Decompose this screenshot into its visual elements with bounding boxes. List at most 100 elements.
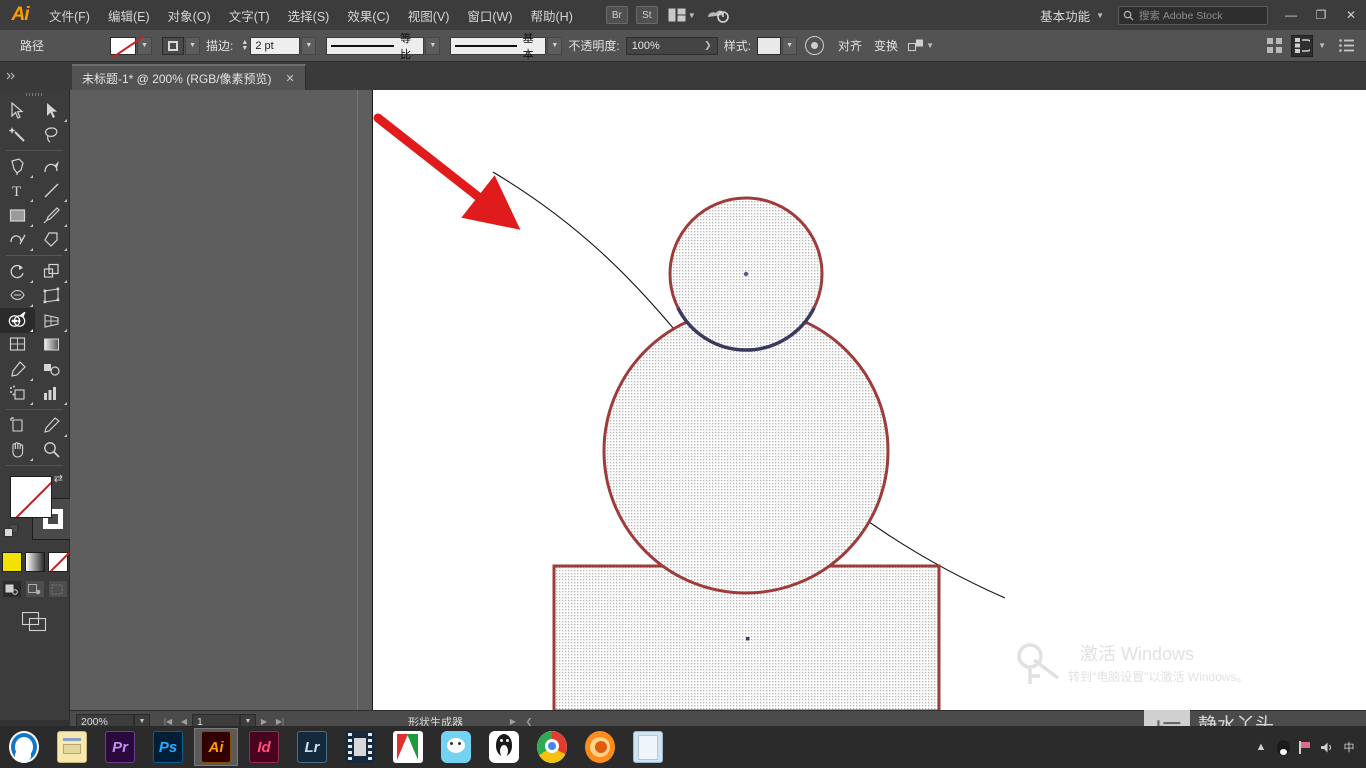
curvature-tool[interactable]: [35, 154, 70, 179]
line-segment-tool[interactable]: [35, 179, 70, 204]
menu-object[interactable]: 对象(O): [159, 2, 220, 29]
eyedropper-tool[interactable]: [0, 357, 35, 382]
scale-tool[interactable]: [35, 259, 70, 284]
brush-definition-dropdown[interactable]: ▼: [547, 36, 563, 55]
stepper-arrows-icon[interactable]: ▲ ▼: [239, 37, 250, 55]
taskbar-qq[interactable]: [482, 728, 526, 766]
graphic-style-dropdown[interactable]: ▼: [782, 36, 798, 55]
gradient-button[interactable]: [24, 552, 45, 572]
draw-inside-button[interactable]: [47, 580, 68, 598]
stroke-profile-dropdown[interactable]: ▼: [425, 36, 441, 55]
swap-fill-stroke-button[interactable]: ⇄: [54, 472, 63, 485]
tray-flag-icon[interactable]: [1294, 728, 1316, 766]
tray-show-hidden-icon[interactable]: ▲: [1250, 728, 1272, 766]
recolor-artwork-button[interactable]: [805, 36, 825, 55]
menu-view[interactable]: 视图(V): [399, 2, 459, 29]
document-setup-button[interactable]: [1291, 34, 1314, 57]
align-button[interactable]: 对齐: [838, 37, 862, 54]
fill-swatch-button[interactable]: [110, 36, 136, 55]
free-transform-tool[interactable]: [35, 284, 70, 309]
zoom-tool[interactable]: [35, 438, 70, 463]
panel-menu-button[interactable]: [1335, 35, 1357, 57]
eraser-tool[interactable]: [35, 228, 70, 253]
isolate-selected-button[interactable]: ▼: [908, 39, 940, 53]
menu-edit[interactable]: 编辑(E): [99, 2, 159, 29]
taskbar-file-explorer[interactable]: [50, 728, 94, 766]
stroke-weight-stepper[interactable]: ▲ ▼ 2 pt: [239, 36, 301, 55]
lasso-tool[interactable]: [35, 123, 70, 148]
taskbar-video-editor[interactable]: [338, 728, 382, 766]
stroke-swatch-dropdown[interactable]: ▼: [185, 36, 200, 55]
bridge-button[interactable]: Br: [605, 6, 628, 24]
default-fill-stroke-button[interactable]: [4, 524, 20, 538]
menu-effect[interactable]: 效果(C): [338, 2, 398, 29]
mesh-tool[interactable]: [0, 333, 35, 358]
color-button[interactable]: [1, 552, 22, 572]
canvas-area[interactable]: [70, 90, 1366, 710]
shaper-tool[interactable]: [0, 228, 35, 253]
arrange-documents-button[interactable]: ▼: [668, 8, 702, 22]
menu-help[interactable]: 帮助(H): [522, 2, 582, 29]
creative-cloud-button[interactable]: [706, 6, 730, 24]
menu-window[interactable]: 窗口(W): [458, 2, 521, 29]
taskbar-illustrator[interactable]: Ai: [194, 728, 238, 766]
brush-definition-select[interactable]: 基本: [450, 33, 547, 61]
slice-tool[interactable]: [35, 413, 70, 438]
none-button[interactable]: [47, 552, 70, 572]
taskbar-pdf-reader[interactable]: [386, 728, 430, 766]
magic-wand-tool[interactable]: [0, 123, 35, 148]
arrange-grid-button[interactable]: [1263, 35, 1285, 57]
menu-type[interactable]: 文字(T): [220, 2, 279, 29]
taskbar-chrome[interactable]: [530, 728, 574, 766]
window-restore-button[interactable]: ❐: [1306, 0, 1336, 30]
stroke-weight-value[interactable]: 2 pt: [250, 36, 301, 55]
draw-behind-button[interactable]: [24, 580, 45, 598]
menu-file[interactable]: 文件(F): [40, 2, 99, 29]
close-icon[interactable]: ✕: [286, 72, 295, 85]
symbol-sprayer-tool[interactable]: [0, 382, 35, 407]
perspective-grid-tool[interactable]: [35, 308, 70, 333]
tray-ime-icon[interactable]: 中: [1338, 728, 1360, 766]
taskbar-indesign[interactable]: Id: [242, 728, 286, 766]
chevron-down-icon[interactable]: ▼: [1316, 41, 1332, 50]
transform-button[interactable]: 变换: [874, 37, 898, 54]
collapse-panel-button[interactable]: [0, 62, 22, 90]
direct-selection-tool[interactable]: [35, 98, 70, 123]
taskbar-firefox[interactable]: [578, 728, 622, 766]
taskbar-lightroom[interactable]: Lr: [290, 728, 334, 766]
width-tool[interactable]: [0, 284, 35, 309]
type-tool[interactable]: T: [0, 179, 35, 204]
blend-tool[interactable]: [35, 357, 70, 382]
column-graph-tool[interactable]: [35, 382, 70, 407]
shape-builder-tool[interactable]: [0, 308, 35, 333]
draw-normal-button[interactable]: [1, 580, 22, 598]
opacity-input[interactable]: 100% ❯: [625, 36, 718, 55]
artwork-canvas[interactable]: [373, 90, 1366, 710]
rotate-tool[interactable]: [0, 259, 35, 284]
artboard[interactable]: [372, 90, 1366, 710]
chevron-down-icon[interactable]: ▼: [1094, 11, 1110, 20]
stock-button[interactable]: St: [635, 6, 658, 24]
taskbar-browser[interactable]: [2, 728, 46, 766]
hand-tool[interactable]: [0, 438, 35, 463]
workspace-switcher[interactable]: 基本功能: [1036, 6, 1094, 25]
stroke-profile-select[interactable]: 等比: [326, 33, 425, 61]
pen-tool[interactable]: [0, 154, 35, 179]
stock-search-input[interactable]: 搜索 Adobe Stock: [1118, 5, 1268, 25]
tray-volume-icon[interactable]: [1316, 728, 1338, 766]
opacity-expand-icon[interactable]: ❯: [704, 40, 712, 51]
stroke-swatch-button[interactable]: [162, 36, 184, 55]
taskbar-wechat[interactable]: [434, 728, 478, 766]
taskbar-notepad[interactable]: [626, 728, 670, 766]
fill-color-swatch[interactable]: [10, 476, 52, 518]
window-minimize-button[interactable]: —: [1276, 0, 1306, 30]
screen-mode-button[interactable]: [0, 612, 69, 632]
tools-panel-grip[interactable]: [0, 90, 69, 98]
window-close-button[interactable]: ✕: [1336, 0, 1366, 30]
paintbrush-tool[interactable]: [35, 203, 70, 228]
gradient-tool[interactable]: [35, 333, 70, 358]
graphic-style-swatch[interactable]: [757, 36, 782, 55]
taskbar-premiere[interactable]: Pr: [98, 728, 142, 766]
stroke-weight-dropdown[interactable]: ▼: [301, 36, 317, 55]
document-tab[interactable]: 未标题-1* @ 200% (RGB/像素预览) ✕: [72, 64, 306, 90]
